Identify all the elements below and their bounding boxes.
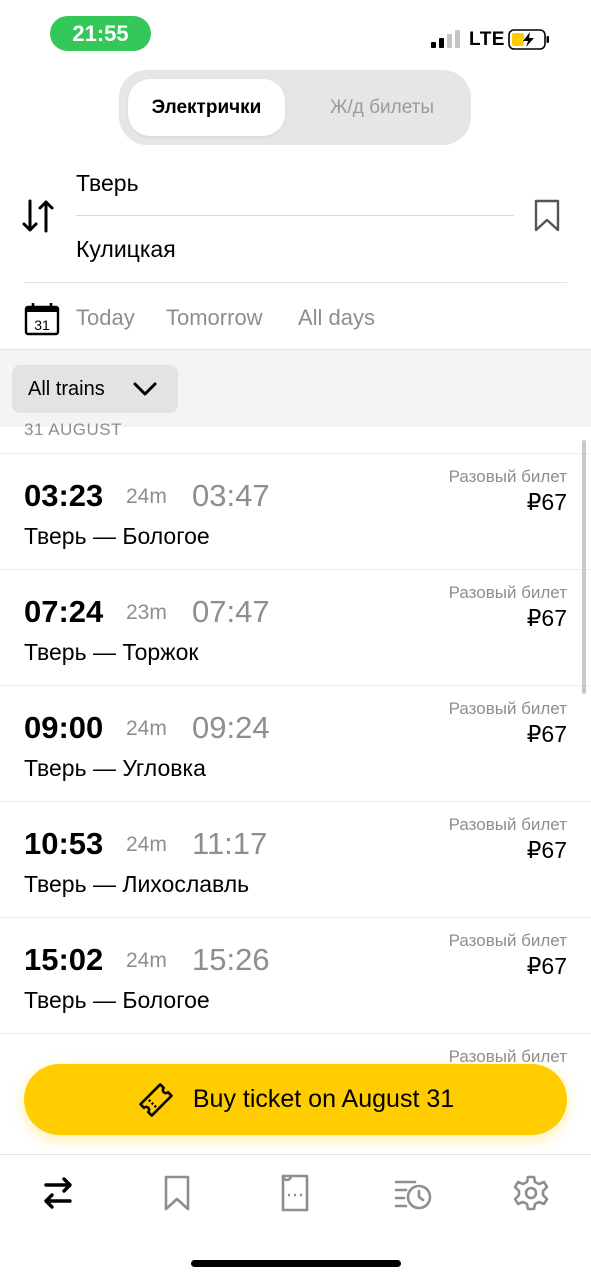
section-date-header: 31 AUGUST (24, 420, 123, 439)
calendar-icon[interactable]: 31 (24, 302, 60, 336)
battery-icon (508, 29, 549, 50)
from-station[interactable]: Тверь (76, 170, 139, 197)
bookmark-icon[interactable] (532, 199, 562, 233)
history-icon[interactable] (393, 1173, 433, 1213)
buy-ticket-label: Buy ticket on August 31 (192, 1085, 455, 1113)
train-direction: Тверь — Бологое (24, 987, 210, 1013)
duration: 24m (126, 717, 167, 740)
to-station[interactable]: Кулицкая (76, 236, 176, 263)
train-list: 03:23 24m 03:47 Тверь — Бологое Разовый … (0, 453, 591, 1149)
train-direction: Тверь — Бологое (24, 523, 210, 549)
date-all-days[interactable]: All days (298, 305, 375, 331)
filter-label: All trains (28, 377, 105, 400)
train-direction: Тверь — Торжок (24, 639, 199, 665)
duration: 24m (126, 485, 167, 508)
price: ₽67 (526, 953, 567, 979)
filter-bar: All trains (0, 349, 591, 427)
train-row[interactable]: 15:02 24m 15:26 Тверь — Бологое Разовый … (0, 917, 591, 1033)
ticket-type: Разовый билет (448, 699, 567, 718)
train-row[interactable]: 07:24 23m 07:47 Тверь — Торжок Разовый б… (0, 569, 591, 685)
routes-icon[interactable] (38, 1173, 78, 1213)
status-time: 21:55 (50, 16, 151, 51)
price: ₽67 (526, 489, 567, 515)
train-row[interactable]: 10:53 24m 11:17 Тверь — Лихославль Разов… (0, 801, 591, 917)
price: ₽67 (526, 721, 567, 747)
train-direction: Тверь — Лихославль (24, 871, 250, 897)
chevron-down-icon (133, 382, 157, 396)
ticket-type: Разовый билет (448, 583, 567, 602)
duration: 23m (126, 601, 167, 624)
ticket-type: Разовый билет (448, 467, 567, 486)
calendar-day: 31 (34, 317, 50, 333)
tab-railway-tickets[interactable]: Ж/д билеты (302, 79, 462, 136)
duration: 24m (126, 949, 167, 972)
arrival-time: 07:47 (192, 594, 270, 629)
tab-suburban-trains[interactable]: Электрички (128, 79, 285, 136)
swap-icon[interactable] (20, 197, 56, 235)
route-divider (76, 215, 514, 216)
train-direction: Тверь — Угловка (24, 755, 206, 781)
arrival-time: 11:17 (192, 826, 268, 861)
train-row[interactable]: 03:23 24m 03:47 Тверь — Бологое Разовый … (0, 453, 591, 569)
arrival-time: 09:24 (192, 710, 270, 745)
network-label: LTE (469, 29, 505, 50)
divider (24, 282, 567, 283)
arrival-time: 03:47 (192, 478, 270, 513)
departure-time: 15:02 (24, 942, 104, 977)
duration: 24m (126, 833, 167, 856)
departure-time: 03:23 (24, 478, 104, 513)
arrival-time: 15:26 (192, 942, 270, 977)
scrollbar[interactable] (582, 440, 586, 694)
mode-switch: Электрички Ж/д билеты (119, 70, 471, 145)
buy-ticket-button[interactable]: Buy ticket on August 31 (24, 1064, 567, 1135)
price: ₽67 (526, 605, 567, 631)
home-indicator (191, 1260, 401, 1267)
train-filter-dropdown[interactable]: All trains (12, 365, 178, 413)
price: ₽67 (526, 837, 567, 863)
date-today[interactable]: Today (76, 305, 135, 331)
ticket-icon (139, 1082, 173, 1117)
status-bar: 21:55 LTE (0, 0, 591, 70)
date-tomorrow[interactable]: Tomorrow (166, 305, 263, 331)
departure-time: 10:53 (24, 826, 104, 861)
signal-icon (431, 30, 463, 48)
bookmark-icon[interactable] (157, 1173, 197, 1213)
ticket-type: Разовый билет (448, 931, 567, 950)
departure-time: 09:00 (24, 710, 104, 745)
train-row[interactable]: 09:00 24m 09:24 Тверь — Угловка Разовый … (0, 685, 591, 801)
ticket-icon[interactable] (275, 1173, 315, 1213)
departure-time: 07:24 (24, 594, 104, 629)
ticket-type: Разовый билет (448, 815, 567, 834)
gear-icon[interactable] (511, 1173, 551, 1213)
